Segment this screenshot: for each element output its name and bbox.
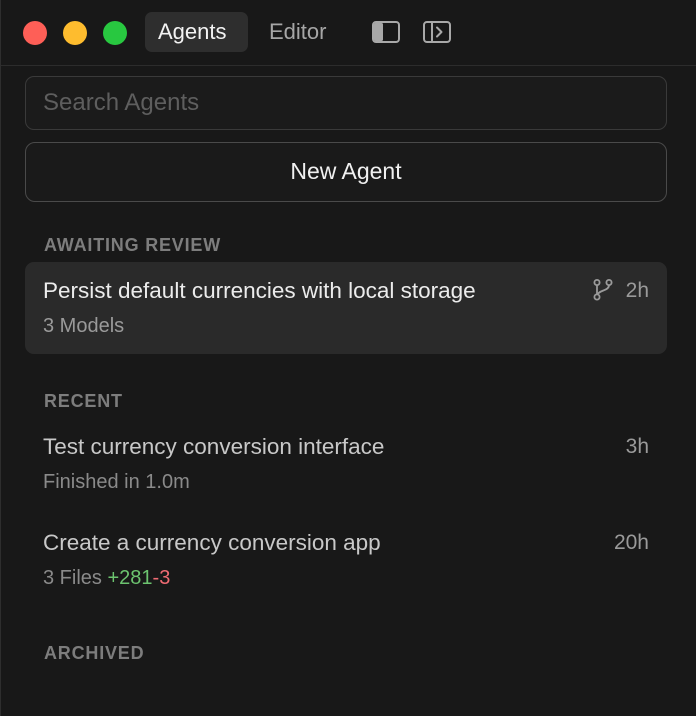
- section-label-recent: RECENT: [44, 391, 123, 411]
- maximize-window-button[interactable]: [103, 21, 127, 45]
- minimize-window-button[interactable]: [63, 21, 87, 45]
- agent-title: Persist default currencies with local st…: [43, 278, 476, 303]
- search-agents-input[interactable]: [25, 76, 667, 130]
- agent-item[interactable]: Test currency conversion interface Finis…: [25, 418, 667, 506]
- agent-subtitle: Finished in 1.0m: [43, 471, 190, 493]
- agent-subtitle: 3 Files +281-3: [43, 567, 170, 590]
- section-label-awaiting-review: AWAITING REVIEW: [44, 235, 222, 255]
- agent-subtitle: 3 Models: [43, 315, 125, 337]
- section-label-archived[interactable]: ARCHIVED: [44, 643, 144, 664]
- agent-item[interactable]: Persist default currencies with local st…: [25, 262, 667, 354]
- sidebar-toggle-icon[interactable]: [371, 18, 401, 46]
- new-agent-button[interactable]: New Agent: [25, 142, 667, 202]
- close-window-button[interactable]: [23, 21, 47, 45]
- lines-deleted: -3: [152, 567, 171, 589]
- agent-item[interactable]: Create a currency conversion app 3 Files…: [25, 514, 667, 602]
- tab-agents[interactable]: Agents: [145, 12, 248, 52]
- agent-title: Test currency conversion interface: [43, 434, 385, 459]
- files-count: 3 Files: [43, 567, 102, 589]
- agent-time: 3h: [625, 435, 649, 458]
- lines-added: +281: [107, 567, 153, 589]
- tab-editor[interactable]: Editor: [256, 12, 339, 52]
- agents-window: Agents Editor New Agent AWAITING REVIEW …: [0, 0, 696, 716]
- agent-title: Create a currency conversion app: [43, 530, 381, 555]
- agent-time: 2h: [625, 279, 649, 302]
- git-branch-icon: [593, 279, 613, 301]
- agent-time: 20h: [613, 531, 649, 554]
- title-bar: Agents Editor: [1, 0, 696, 66]
- panel-toggle-icon[interactable]: [422, 18, 452, 46]
